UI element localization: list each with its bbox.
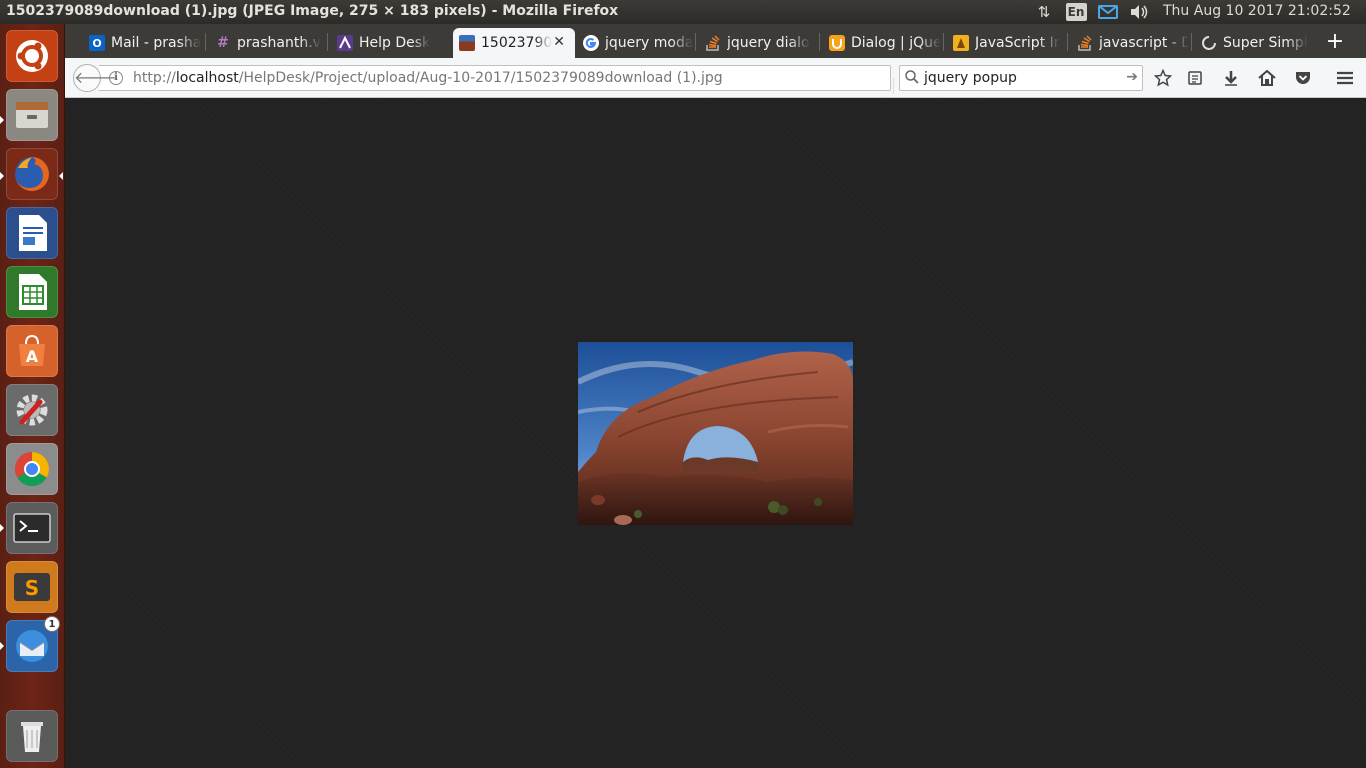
bookmark-star-icon[interactable] <box>1152 67 1174 89</box>
tab-jquery-modal[interactable]: jquery moda <box>577 28 693 58</box>
arch-photo[interactable] <box>578 342 853 525</box>
hash-icon: # <box>217 35 229 51</box>
unity-launcher: A S 1 <box>0 24 65 768</box>
tab-separator <box>205 33 206 51</box>
tab-separator <box>695 33 696 51</box>
bookmarks-menu-icon[interactable] <box>1184 67 1206 89</box>
url-host: localhost <box>175 70 239 86</box>
top-panel: 1502379089download (1).jpg (JPEG Image, … <box>0 0 1366 24</box>
tab-separator <box>1191 33 1192 51</box>
mail-icon[interactable] <box>1096 2 1120 22</box>
tab-label: Help Desk <box>359 35 431 51</box>
language-label: En <box>1065 3 1087 21</box>
image-viewer <box>65 99 1366 768</box>
tab-label: JavaScript Ir <box>975 35 1060 51</box>
stackoverflow-icon <box>1077 35 1093 51</box>
tab-jquery-dialog[interactable]: jquery dialo <box>699 28 817 58</box>
jqueryui-icon <box>829 35 845 51</box>
ubuntu-dash-icon[interactable] <box>6 30 58 82</box>
back-button[interactable]: 🡐 <box>73 64 117 92</box>
running-indicator <box>0 172 4 180</box>
url-path: /HelpDesk/Project/upload/Aug-10-2017/150… <box>238 70 723 86</box>
tab-label: prashanth.v <box>237 35 321 51</box>
search-go-icon[interactable]: ➔ <box>1126 69 1138 85</box>
focus-indicator <box>59 172 63 180</box>
search-bar[interactable]: jquery popup ➔ <box>899 65 1143 91</box>
keyboard-language-indicator[interactable]: En <box>1065 2 1087 22</box>
firefox-icon[interactable] <box>6 148 58 200</box>
window-title: 1502379089download (1).jpg (JPEG Image, … <box>6 3 619 19</box>
svg-text:S: S <box>25 576 39 600</box>
tab-label: Super Simpl <box>1223 35 1308 51</box>
libreoffice-writer-icon[interactable] <box>6 207 58 259</box>
tab-separator <box>819 33 820 51</box>
running-indicator <box>0 116 4 124</box>
terminal-icon[interactable] <box>6 502 58 554</box>
tab-label: Dialog | jQue <box>851 35 941 51</box>
tab-mail[interactable]: O Mail - prasha <box>83 28 207 58</box>
tab-label: jquery moda <box>605 35 693 51</box>
search-icon <box>905 70 919 84</box>
search-input[interactable]: jquery popup <box>924 70 1017 86</box>
tab-help-desk[interactable]: Help Desk <box>331 28 451 58</box>
spinner-icon <box>1201 35 1217 51</box>
navigation-toolbar: i http://localhost/HelpDesk/Project/uplo… <box>65 58 1366 98</box>
url-scheme: http:// <box>133 70 176 86</box>
files-icon[interactable] <box>6 89 58 141</box>
tab-dialog-jqueryui[interactable]: Dialog | jQue <box>823 28 941 58</box>
running-indicator <box>0 642 4 650</box>
url-bar[interactable]: i http://localhost/HelpDesk/Project/uplo… <box>99 65 917 94</box>
tab-label: javascript - D <box>1099 35 1189 51</box>
sublime-text-icon[interactable]: S <box>6 561 58 613</box>
tab-separator <box>1067 33 1068 51</box>
chrome-icon[interactable] <box>6 443 58 495</box>
downloads-icon[interactable] <box>1220 67 1242 89</box>
url-text[interactable]: http://localhost/HelpDesk/Project/upload… <box>133 70 723 86</box>
unread-count-badge: 1 <box>44 616 60 632</box>
tab-label: Mail - prasha <box>111 35 202 51</box>
image-thumbnail-icon <box>459 35 475 51</box>
helpdesk-icon <box>337 35 353 51</box>
tab-prashanth[interactable]: # prashanth.v <box>209 28 327 58</box>
outlook-icon: O <box>89 35 105 51</box>
tab-javascript-ir[interactable]: JavaScript Ir <box>947 28 1065 58</box>
tab-label: 15023790 <box>481 35 553 51</box>
hamburger-menu-icon[interactable] <box>1334 67 1356 89</box>
software-center-icon[interactable]: A <box>6 325 58 377</box>
pocket-icon[interactable] <box>1292 67 1314 89</box>
stackoverflow-icon <box>705 35 721 51</box>
trash-icon[interactable] <box>6 710 58 762</box>
network-icon[interactable]: ⇅ <box>1033 2 1055 22</box>
clock[interactable]: Thu Aug 10 2017 21:02:52 <box>1163 3 1351 19</box>
running-indicator <box>0 524 4 532</box>
system-settings-icon[interactable] <box>6 384 58 436</box>
tab-javascript-d[interactable]: javascript - D <box>1071 28 1189 58</box>
home-icon[interactable] <box>1256 67 1278 89</box>
google-icon <box>583 35 599 51</box>
url-divider <box>893 78 894 94</box>
tab-separator <box>327 33 328 51</box>
volume-icon[interactable] <box>1128 2 1150 22</box>
tab-active-image[interactable]: 15023790 ✕ <box>453 28 575 58</box>
tab-label: jquery dialo <box>727 35 810 51</box>
close-tab-icon[interactable]: ✕ <box>553 34 565 50</box>
svg-text:A: A <box>26 347 39 366</box>
js-icon <box>953 35 969 51</box>
thunderbird-icon[interactable]: 1 <box>6 616 60 672</box>
tab-separator <box>943 33 944 51</box>
tab-super-simple[interactable]: Super Simpl <box>1195 28 1313 58</box>
new-tab-button[interactable]: + <box>1322 28 1348 56</box>
libreoffice-calc-icon[interactable] <box>6 266 58 318</box>
tab-strip: O Mail - prasha # prashanth.v Help Desk … <box>65 24 1366 58</box>
